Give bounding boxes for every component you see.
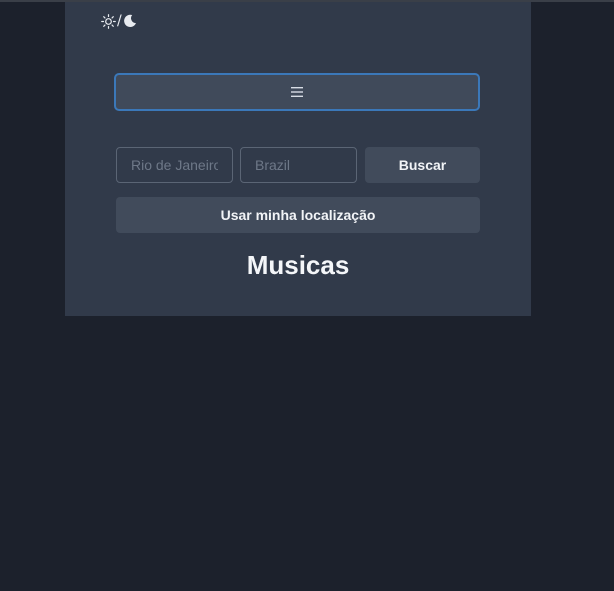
theme-toggle[interactable]: / bbox=[101, 13, 137, 29]
menu-button[interactable] bbox=[114, 73, 480, 111]
moon-icon bbox=[123, 14, 137, 28]
use-my-location-button[interactable]: Usar minha localização bbox=[116, 197, 480, 233]
main-panel: / Buscar Usar minha localização Musicas bbox=[65, 2, 531, 316]
section-title: Musicas bbox=[246, 250, 350, 280]
search-button[interactable]: Buscar bbox=[365, 147, 480, 183]
city-input[interactable] bbox=[116, 147, 233, 183]
country-input[interactable] bbox=[240, 147, 357, 183]
hamburger-menu-icon bbox=[291, 87, 303, 97]
sun-icon bbox=[101, 13, 116, 29]
theme-toggle-separator: / bbox=[117, 13, 122, 29]
